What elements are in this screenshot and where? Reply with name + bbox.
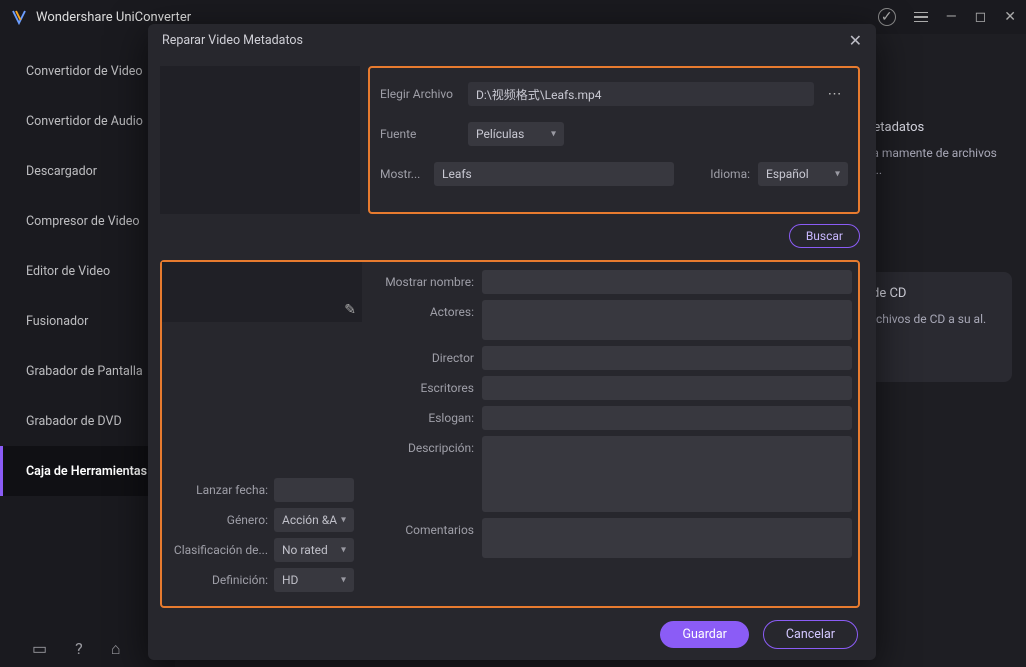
background-panel-metadata: Metadatos ara mamente de archivos m... xyxy=(862,120,1012,179)
source-value: Películas xyxy=(476,127,524,141)
source-select[interactable]: Películas ▾ xyxy=(468,122,564,146)
language-value: Español xyxy=(766,167,809,181)
sidebar-item-label: Grabador de Pantalla xyxy=(26,364,143,379)
cancel-button[interactable]: Cancelar xyxy=(763,620,858,649)
maximize-icon[interactable]: ◻ xyxy=(975,9,987,25)
showname-label: Mostr... xyxy=(380,167,426,181)
genre-select[interactable]: Acción &A ▾ xyxy=(274,508,354,532)
help-icon[interactable]: ? xyxy=(75,639,83,659)
browse-file-button[interactable]: ⋯ xyxy=(822,82,848,106)
rating-value: No rated xyxy=(282,543,328,557)
sidebar-item-label: Descargador xyxy=(26,164,97,179)
definition-select[interactable]: HD ▾ xyxy=(274,568,354,592)
menu-icon[interactable] xyxy=(914,12,928,23)
sidebar-item-label: Fusionador xyxy=(26,314,88,329)
sidebar-item-label: Compresor de Video xyxy=(26,214,140,229)
file-path-field[interactable]: D:\视频格式\Leafs.mp4 xyxy=(468,82,814,106)
background-panel-title: de CD xyxy=(872,286,1002,301)
sidebar-item-label: Grabador de DVD xyxy=(26,414,122,429)
background-panel-cd[interactable]: de CD rchivos de CD a su al. xyxy=(862,272,1012,382)
chevron-down-icon: ▾ xyxy=(341,575,346,586)
tagline-label: Eslogan: xyxy=(370,406,482,430)
window-controls: ✓ — ◻ ✕ xyxy=(878,8,1016,26)
chevron-down-icon: ▾ xyxy=(341,515,346,526)
close-window-icon[interactable]: ✕ xyxy=(1004,9,1016,25)
edit-icon[interactable]: ✎ xyxy=(344,302,356,318)
description-field[interactable] xyxy=(482,436,852,512)
source-label: Fuente xyxy=(380,127,460,141)
director-label: Director xyxy=(370,346,482,370)
minimize-icon[interactable]: — xyxy=(946,9,957,25)
sidebar-item-label: Caja de Herramientas xyxy=(26,464,147,479)
sidebar-item-label: Editor de Video xyxy=(26,264,110,279)
chevron-down-icon: ▾ xyxy=(835,169,840,180)
close-icon[interactable]: ✕ xyxy=(849,31,862,50)
actors-field[interactable] xyxy=(482,300,852,340)
modal-title: Reparar Video Metadatos xyxy=(162,33,303,48)
rating-label: Clasificación de... xyxy=(162,543,268,557)
sidebar-item-label: Convertidor de Audio xyxy=(26,114,143,129)
left-meta-block: Lanzar fecha: Género: Acción &A ▾ Clasif… xyxy=(162,472,362,606)
background-panel-title: Metadatos xyxy=(862,120,1012,135)
release-date-label: Lanzar fecha: xyxy=(162,483,268,497)
lower-right-column: Mostrar nombre: Actores: Director Escrit… xyxy=(362,262,858,606)
rating-select[interactable]: No rated ▾ xyxy=(274,538,354,562)
chevron-down-icon: ▾ xyxy=(551,129,556,140)
modal-body: Elegir Archivo D:\视频格式\Leafs.mp4 ⋯ Fuent… xyxy=(148,56,876,608)
chevron-down-icon: ▾ xyxy=(341,545,346,556)
background-panel-body: ara mamente de archivos m... xyxy=(862,145,1012,179)
writers-field[interactable] xyxy=(482,376,852,400)
lower-orange-box: ✎ Lanzar fecha: Género: Acción &A ▾ xyxy=(160,260,860,608)
tagline-field[interactable] xyxy=(482,406,852,430)
video-preview-lower: ✎ xyxy=(162,262,362,322)
actors-label: Actores: xyxy=(370,300,482,340)
definition-label: Definición: xyxy=(162,573,268,587)
display-name-field[interactable] xyxy=(482,270,852,294)
modal-header: Reparar Video Metadatos ✕ xyxy=(148,24,876,56)
modal-footer: Guardar Cancelar xyxy=(148,608,876,660)
release-date-field[interactable] xyxy=(274,478,354,502)
genre-label: Género: xyxy=(162,513,268,527)
sidebar-item-label: Convertidor de Video xyxy=(26,64,143,79)
lower-left-column: ✎ Lanzar fecha: Género: Acción &A ▾ xyxy=(162,262,362,606)
people-icon[interactable]: ⌂ xyxy=(111,639,121,659)
app-title: Wondershare UniConverter xyxy=(36,10,191,25)
metadata-modal: Reparar Video Metadatos ✕ Elegir Archivo… xyxy=(148,24,876,660)
book-icon[interactable]: ▭ xyxy=(32,639,47,659)
video-preview-upper xyxy=(160,66,360,214)
showname-field[interactable]: Leafs xyxy=(434,162,674,186)
description-label: Descripción: xyxy=(370,436,482,512)
comments-field[interactable] xyxy=(482,518,852,558)
brand-icon xyxy=(10,8,28,26)
sync-status-icon[interactable]: ✓ xyxy=(878,8,896,26)
language-label: Idioma: xyxy=(710,167,750,181)
search-button[interactable]: Buscar xyxy=(789,224,860,248)
genre-value: Acción &A xyxy=(282,513,337,527)
upper-orange-box: Elegir Archivo D:\视频格式\Leafs.mp4 ⋯ Fuent… xyxy=(368,66,860,214)
background-panel-body: rchivos de CD a su al. xyxy=(872,311,1002,328)
director-field[interactable] xyxy=(482,346,852,370)
choose-file-label: Elegir Archivo xyxy=(380,87,460,101)
language-select[interactable]: Español ▾ xyxy=(758,162,848,186)
comments-label: Comentarios xyxy=(370,518,482,558)
writers-label: Escritores xyxy=(370,376,482,400)
definition-value: HD xyxy=(282,573,298,587)
save-button[interactable]: Guardar xyxy=(660,621,748,648)
display-name-label: Mostrar nombre: xyxy=(370,270,482,294)
